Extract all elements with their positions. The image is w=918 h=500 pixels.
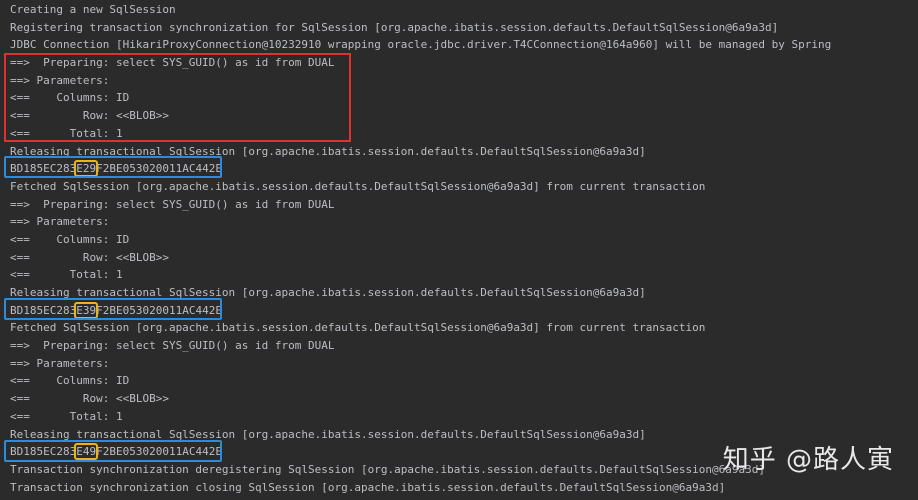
guid-prefix: BD185EC283 — [10, 303, 77, 317]
log-line: <== Columns: ID — [10, 91, 130, 105]
log-line: JDBC Connection [HikariProxyConnection@1… — [10, 38, 832, 52]
log-line: Fetched SqlSession [org.apache.ibatis.se… — [10, 321, 706, 335]
log-line: ==> Preparing: select SYS_GUID() as id f… — [10, 197, 335, 211]
log-line: ==> Parameters: — [10, 73, 116, 87]
log-line: Fetched SqlSession [org.apache.ibatis.se… — [10, 179, 706, 193]
log-line: Releasing transactional SqlSession [org.… — [10, 144, 646, 158]
log-line: <== Row: <<BLOB>> — [10, 109, 169, 123]
guid-suffix: F2BE053020011AC442E — [96, 162, 222, 176]
log-line: <== Row: <<BLOB>> — [10, 392, 169, 406]
log-line: Releasing transactional SqlSession [org.… — [10, 286, 646, 299]
log-line: Transaction synchronization closing SqlS… — [10, 480, 726, 494]
log-line: <== Total: 1 — [10, 126, 123, 140]
log-line: <== Total: 1 — [10, 268, 123, 282]
log-line: ==> Parameters: — [10, 215, 116, 229]
guid-suffix: F2BE053020011AC442E — [96, 445, 222, 459]
log-line: ==> Preparing: select SYS_GUID() as id f… — [10, 56, 335, 70]
guid-highlight: E29 — [74, 160, 99, 178]
log-line: <== Columns: ID — [10, 232, 130, 246]
guid-prefix: BD185EC283 — [10, 445, 77, 459]
guid-prefix: BD185EC283 — [10, 162, 77, 176]
log-line: ==> Parameters: — [10, 356, 116, 370]
guid-line: BD185EC283E29F2BE053020011AC442E — [10, 160, 918, 178]
log-line: <== Columns: ID — [10, 374, 130, 388]
log-line: Registering transaction synchronization … — [10, 20, 779, 34]
console-output[interactable]: Creating a new SqlSession Registering tr… — [0, 0, 918, 500]
guid-line: BD185EC283E39F2BE053020011AC442E — [10, 301, 918, 320]
log-line: <== Total: 1 — [10, 409, 123, 423]
guid-suffix: F2BE053020011AC442E — [96, 303, 222, 317]
console-lines: Creating a new SqlSession Registering tr… — [10, 1, 918, 496]
guid-value: BD185EC283E39F2BE053020011AC442E — [10, 301, 222, 320]
log-line: ==> Preparing: select SYS_GUID() as id f… — [10, 339, 335, 353]
guid-highlight: E49 — [74, 443, 99, 461]
zhihu-watermark: 知乎 @路人寅 — [722, 445, 894, 475]
guid-value: BD185EC283E29F2BE053020011AC442E — [10, 160, 222, 178]
guid-value: BD185EC283E49F2BE053020011AC442E — [10, 443, 222, 461]
guid-highlight: E39 — [74, 301, 99, 319]
log-line: Creating a new SqlSession — [10, 3, 176, 16]
log-line: <== Row: <<BLOB>> — [10, 250, 169, 264]
